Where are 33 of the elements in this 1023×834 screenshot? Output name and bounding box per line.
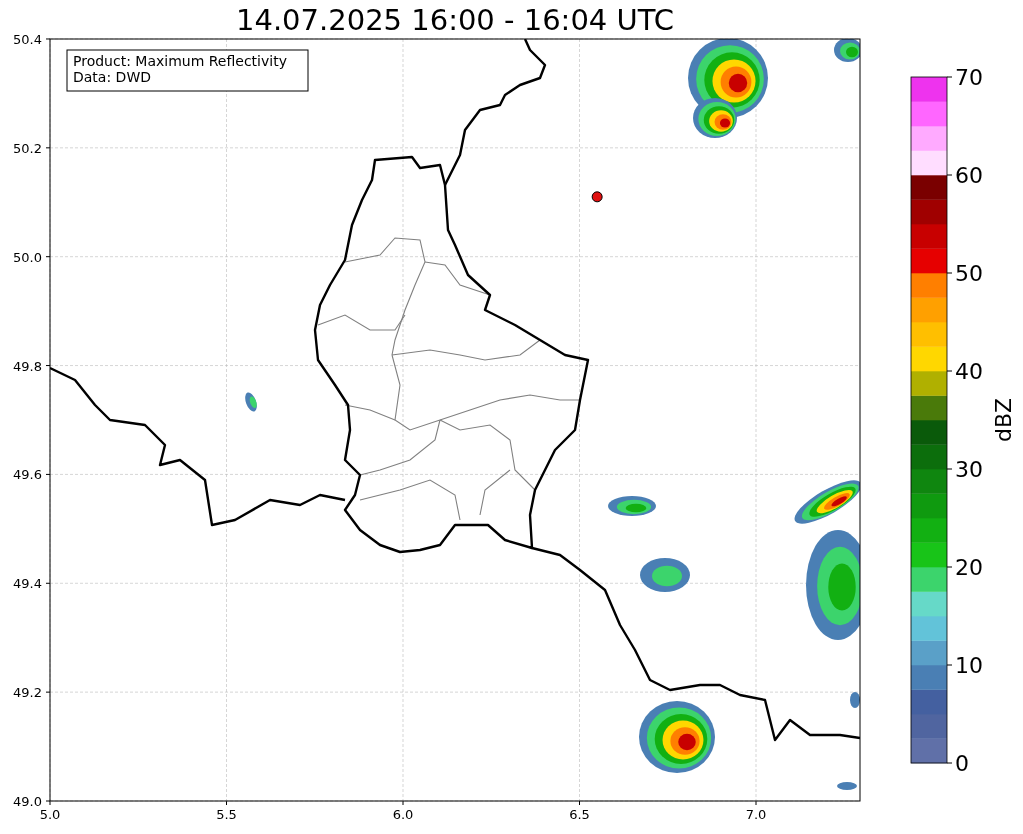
axis-tick-label: 49.8 (13, 358, 42, 374)
location-marker (591, 191, 603, 203)
colorbar-tick-label: 30 (955, 457, 983, 482)
legend-text: Data: DWD (73, 69, 151, 85)
colorbar-tick-label: 40 (955, 359, 983, 384)
radar-echo (640, 558, 690, 592)
axis-tick-label: 49.6 (13, 467, 42, 483)
colorbar-label: dBZ (991, 397, 1016, 443)
colorbar-tick-label: 60 (955, 163, 983, 188)
colorbar-tick-label: 0 (955, 751, 969, 776)
colorbar-tick-label: 70 (955, 65, 983, 90)
radar-echo (837, 782, 857, 790)
axis-tick-label: 49.0 (13, 794, 42, 809)
axis-tick-label: 50.0 (13, 249, 42, 265)
radar-echo (608, 496, 656, 516)
figure-title: 14.07.2025 16:00 - 16:04 UTC (236, 3, 674, 37)
axis-tick-label: 7.0 (745, 807, 767, 822)
colorbar-tick-label: 20 (955, 555, 983, 580)
axis-tick-label: 50.4 (13, 32, 42, 47)
axis-tick-label: 50.2 (13, 140, 42, 156)
axis-tick-label: 49.4 (13, 576, 42, 592)
radar-echo (850, 692, 860, 708)
colorbar-tick-label: 50 (955, 261, 983, 286)
axis-tick-label: 6.0 (392, 807, 414, 822)
radar-echo (834, 39, 860, 62)
legend-text: Product: Maximum Reflectivity (73, 53, 287, 69)
axis-tick-label: 5.0 (39, 807, 61, 822)
axis-tick-label: 6.5 (569, 807, 590, 822)
radar-echo (794, 480, 860, 524)
axis-tick-label: 49.2 (13, 685, 42, 701)
colorbar-tick-label: 10 (955, 653, 983, 678)
radar-echo (245, 392, 257, 412)
axis-tick-label: 5.5 (216, 807, 237, 822)
